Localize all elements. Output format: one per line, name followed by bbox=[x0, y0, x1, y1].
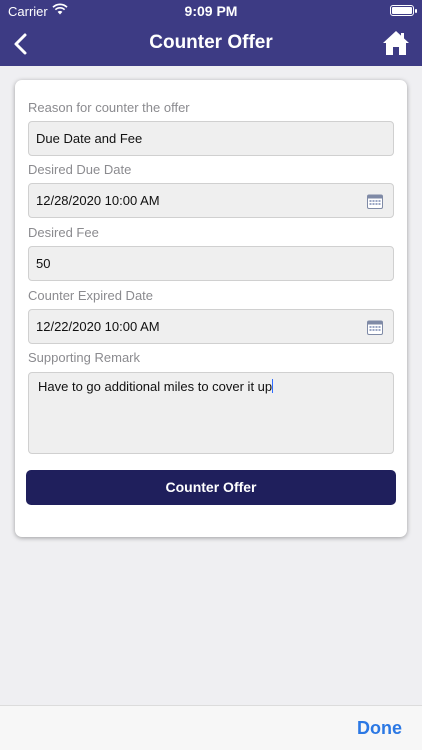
due-date-field[interactable]: 12/28/2020 10:00 AM bbox=[28, 183, 394, 218]
fee-field[interactable]: 50 bbox=[28, 246, 394, 281]
counter-offer-button[interactable]: Counter Offer bbox=[26, 470, 396, 505]
counter-offer-card: Reason for counter the offer Due Date an… bbox=[15, 80, 407, 537]
status-bar: Carrier 9:09 PM bbox=[0, 0, 422, 22]
fee-value: 50 bbox=[36, 256, 51, 271]
calendar-icon[interactable] bbox=[367, 319, 383, 335]
navigation-bar: Carrier 9:09 PM Counter Offer bbox=[0, 0, 422, 66]
home-icon[interactable] bbox=[382, 30, 410, 56]
done-button[interactable]: Done bbox=[357, 718, 402, 739]
remark-textarea[interactable]: Have to go additional miles to cover it … bbox=[28, 372, 394, 454]
page-title: Counter Offer bbox=[149, 32, 273, 53]
due-date-value: 12/28/2020 10:00 AM bbox=[36, 193, 160, 208]
reason-field[interactable]: Due Date and Fee bbox=[28, 121, 394, 156]
remark-value: Have to go additional miles to cover it … bbox=[38, 379, 273, 394]
calendar-icon[interactable] bbox=[367, 193, 383, 209]
expired-date-label: Counter Expired Date bbox=[28, 288, 154, 303]
expired-date-field[interactable]: 12/22/2020 10:00 AM bbox=[28, 309, 394, 344]
expired-date-value: 12/22/2020 10:00 AM bbox=[36, 319, 160, 334]
remark-label: Supporting Remark bbox=[28, 350, 140, 365]
reason-label: Reason for counter the offer bbox=[28, 100, 190, 115]
text-cursor bbox=[272, 379, 274, 393]
keyboard-toolbar: Done bbox=[0, 705, 422, 750]
fee-label: Desired Fee bbox=[28, 225, 99, 240]
due-date-label: Desired Due Date bbox=[28, 162, 132, 177]
status-time: 9:09 PM bbox=[184, 3, 238, 19]
reason-value: Due Date and Fee bbox=[36, 131, 143, 146]
battery-icon bbox=[390, 5, 417, 16]
